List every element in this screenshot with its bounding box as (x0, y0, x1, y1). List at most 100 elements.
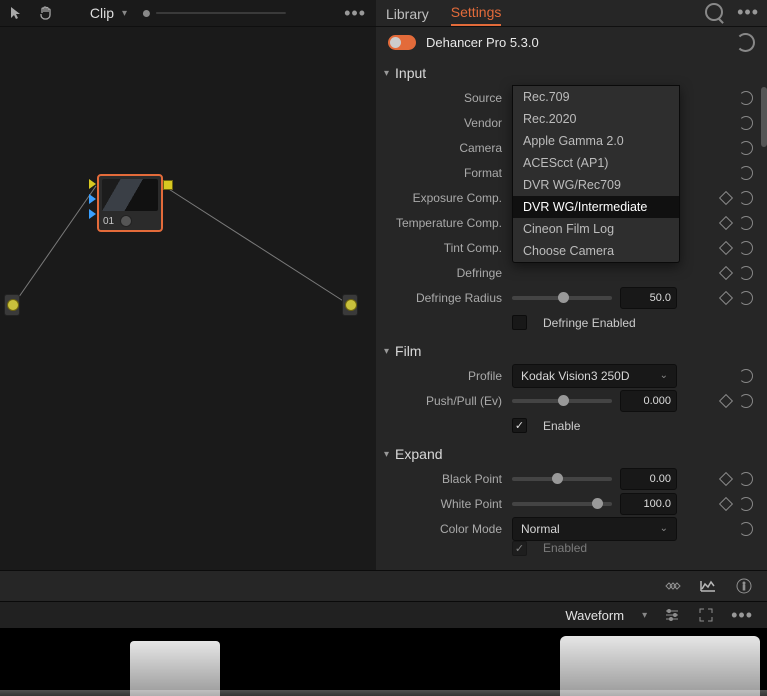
chevron-down-icon: ▾ (384, 68, 389, 79)
chevron-down-icon: ▾ (384, 449, 389, 460)
pushpull-slider[interactable] (512, 399, 612, 403)
defringe-radius-value[interactable]: 50.0 (620, 287, 677, 309)
keyframe-icon[interactable] (719, 190, 733, 204)
keyframe-icon[interactable] (719, 265, 733, 279)
reset-icon[interactable] (739, 472, 753, 486)
hand-icon[interactable] (38, 5, 54, 21)
node-out[interactable] (163, 180, 173, 190)
source-label: Source (384, 91, 512, 105)
more-icon[interactable]: ••• (344, 10, 366, 16)
graph-input-dot (7, 299, 19, 311)
node-thumbnail (102, 179, 158, 211)
sliders-icon[interactable] (663, 606, 681, 624)
color-mode-select[interactable]: Normal⌄ (512, 517, 677, 541)
expand-enabled-checkbox[interactable] (512, 541, 527, 556)
plugin-toggle[interactable] (388, 35, 416, 50)
option-rec2020[interactable]: Rec.2020 (513, 108, 679, 130)
clip-selector[interactable]: Clip ▾ (90, 5, 286, 21)
waveform-scope[interactable] (0, 628, 767, 696)
expand-enabled-label: Enabled (543, 541, 587, 555)
exposure-label: Exposure Comp. (384, 191, 512, 205)
black-point-slider[interactable] (512, 477, 612, 481)
reset-icon[interactable] (739, 394, 753, 408)
film-enable-checkbox[interactable] (512, 418, 527, 433)
format-label: Format (384, 166, 512, 180)
keyframes-panel-icon[interactable] (663, 577, 681, 595)
reset-icon[interactable] (739, 191, 753, 205)
chevron-down-icon[interactable]: ▾ (642, 610, 647, 621)
source-dropdown[interactable]: Rec.709 Rec.2020 Apple Gamma 2.0 ACEScct… (512, 85, 680, 263)
white-point-slider[interactable] (512, 502, 612, 506)
node-in-top[interactable] (89, 179, 96, 189)
node-in-mid[interactable] (89, 194, 96, 204)
option-cineon[interactable]: Cineon Film Log (513, 218, 679, 240)
waveform-label[interactable]: Waveform (565, 608, 624, 623)
reset-icon[interactable] (739, 91, 753, 105)
reset-icon[interactable] (739, 141, 753, 155)
node-graph-panel[interactable]: Clip ▾ ••• 01 (0, 0, 376, 570)
tint-label: Tint Comp. (384, 241, 512, 255)
section-input-title: Input (395, 65, 426, 81)
reset-icon[interactable] (739, 522, 753, 536)
pointer-icon[interactable] (8, 5, 24, 21)
scrollbar[interactable] (761, 87, 767, 147)
footer-toolbar (0, 570, 767, 601)
inspector-panel: Library Settings ••• Dehancer Pro 5.3.0 … (376, 0, 767, 570)
section-expand-header[interactable]: ▾ Expand (384, 442, 753, 466)
node-01[interactable]: 01 (97, 174, 163, 232)
expand-icon[interactable] (697, 606, 715, 624)
section-expand-title: Expand (395, 446, 442, 462)
keyframe-icon[interactable] (719, 215, 733, 229)
clip-slider-knob[interactable] (143, 10, 150, 17)
section-film-header[interactable]: ▾ Film (384, 339, 753, 363)
reset-icon[interactable] (739, 497, 753, 511)
waveform-more-icon[interactable]: ••• (731, 612, 753, 618)
info-icon[interactable] (735, 577, 753, 595)
profile-select[interactable]: Kodak Vision3 250D⌄ (512, 364, 677, 388)
keyframe-icon[interactable] (719, 290, 733, 304)
pushpull-label: Push/Pull (Ev) (384, 394, 512, 408)
node-number: 01 (103, 216, 114, 227)
tab-settings[interactable]: Settings (451, 4, 502, 26)
section-input-header[interactable]: ▾ Input (384, 61, 753, 85)
option-dvr-intermediate[interactable]: DVR WG/Intermediate (513, 196, 679, 218)
keyframe-icon[interactable] (719, 240, 733, 254)
option-acescct[interactable]: ACEScct (AP1) (513, 152, 679, 174)
panel-more-icon[interactable]: ••• (737, 9, 759, 15)
reset-icon[interactable] (739, 216, 753, 230)
option-rec709[interactable]: Rec.709 (513, 86, 679, 108)
white-point-value[interactable]: 100.0 (620, 493, 677, 515)
clip-label: Clip (90, 5, 114, 21)
reset-icon[interactable] (739, 166, 753, 180)
reset-icon[interactable] (739, 116, 753, 130)
reset-icon[interactable] (739, 241, 753, 255)
chevron-down-icon: ▾ (384, 346, 389, 357)
reset-icon[interactable] (739, 266, 753, 280)
node-status-icon (120, 215, 132, 227)
black-point-label: Black Point (384, 472, 512, 486)
plugin-name: Dehancer Pro 5.3.0 (426, 35, 539, 50)
plugin-reset-icon[interactable] (736, 33, 755, 52)
scopes-icon[interactable] (699, 577, 717, 595)
reset-icon[interactable] (739, 291, 753, 305)
node-in-bot[interactable] (89, 209, 96, 219)
keyframe-icon[interactable] (719, 496, 733, 510)
option-dvr-rec709[interactable]: DVR WG/Rec709 (513, 174, 679, 196)
defringe-radius-slider[interactable] (512, 296, 612, 300)
tab-library[interactable]: Library (386, 6, 429, 26)
defringe-enabled-checkbox[interactable] (512, 315, 527, 330)
node-links (0, 26, 376, 570)
reset-icon[interactable] (739, 369, 753, 383)
keyframe-icon[interactable] (719, 393, 733, 407)
defringe-enabled-label: Defringe Enabled (543, 316, 636, 330)
pushpull-value[interactable]: 0.000 (620, 390, 677, 412)
black-point-value[interactable]: 0.00 (620, 468, 677, 490)
option-apple-gamma[interactable]: Apple Gamma 2.0 (513, 130, 679, 152)
camera-label: Camera (384, 141, 512, 155)
film-enable-label: Enable (543, 419, 580, 433)
search-icon[interactable] (705, 3, 723, 21)
option-choose-camera[interactable]: Choose Camera (513, 240, 679, 262)
keyframe-icon[interactable] (719, 471, 733, 485)
clip-slider-track[interactable] (156, 12, 286, 14)
temperature-label: Temperature Comp. (384, 216, 512, 230)
